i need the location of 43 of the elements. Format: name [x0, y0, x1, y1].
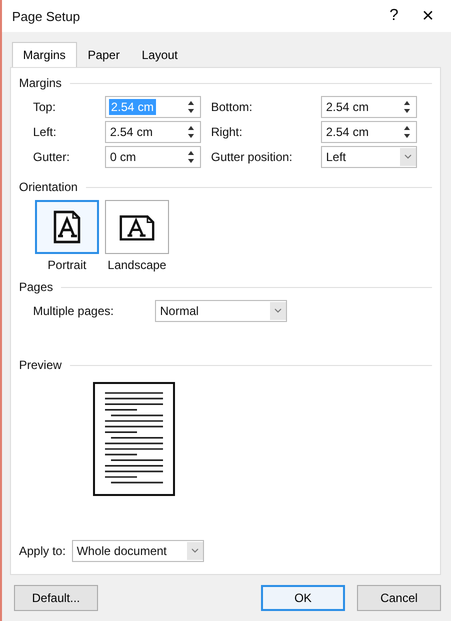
field-value: Whole document: [76, 544, 168, 558]
field-value: 0 cm: [109, 150, 138, 164]
field-value: Normal: [159, 304, 200, 318]
orientation-button[interactable]: [105, 200, 169, 254]
close-button[interactable]: ×: [411, 2, 445, 30]
field-label: Multiple pages:: [33, 304, 115, 318]
dialog-button[interactable]: OK: [261, 585, 345, 611]
spin-field[interactable]: 2.54 cm: [321, 96, 417, 118]
orientation-button[interactable]: [35, 200, 99, 254]
tab[interactable]: Paper: [76, 42, 131, 67]
dropdown[interactable]: Left: [321, 146, 417, 168]
chevron-down-icon[interactable]: [186, 542, 203, 560]
field-value: 2.54 cm: [325, 100, 370, 114]
spin-field[interactable]: 2.54 cm: [321, 121, 417, 143]
section-heading: Pages: [19, 280, 54, 294]
orientation-label: Landscape: [108, 258, 166, 272]
dialog-button[interactable]: Cancel: [357, 585, 441, 611]
field-value: 2.54 cm: [109, 125, 154, 139]
field-value: Left: [325, 150, 348, 164]
field-label: Apply to:: [19, 544, 66, 558]
tab[interactable]: Layout: [130, 42, 189, 67]
section-heading: Orientation: [19, 180, 78, 194]
field-label: Top:: [33, 100, 57, 114]
field-value: 2.54 cm: [109, 99, 156, 115]
window-title: Page Setup: [12, 8, 81, 24]
spin-field[interactable]: 0 cm: [105, 146, 201, 168]
spin-field[interactable]: 2.54 cm: [105, 121, 201, 143]
tab[interactable]: Margins: [12, 42, 77, 67]
field-label: Right:: [211, 125, 244, 139]
field-label: Gutter position:: [211, 150, 294, 164]
field-label: Bottom:: [211, 100, 254, 114]
section-heading: Preview: [19, 358, 62, 372]
help-button[interactable]: ?: [377, 2, 411, 30]
orientation-label: Portrait: [48, 258, 86, 272]
chevron-down-icon[interactable]: [400, 148, 416, 166]
field-label: Gutter:: [33, 150, 71, 164]
dropdown[interactable]: Whole document: [72, 540, 204, 562]
dialog-button[interactable]: Default...: [14, 585, 98, 611]
dropdown[interactable]: Normal: [155, 300, 287, 322]
chevron-down-icon[interactable]: [270, 302, 286, 320]
field-value: 2.54 cm: [325, 125, 370, 139]
field-label: Left:: [33, 125, 58, 139]
section-heading: Margins: [19, 76, 62, 90]
